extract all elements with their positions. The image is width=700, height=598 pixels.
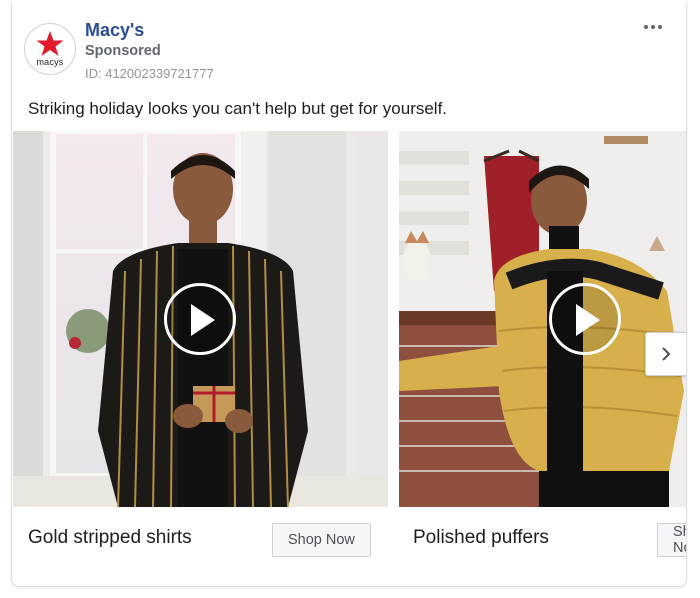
carousel-item[interactable]: Polished puffers Shop Now (399, 131, 686, 586)
play-icon (576, 304, 600, 336)
ad-card: macys Macy's Sponsored ID: 4120023397217… (11, 2, 687, 587)
more-options-icon (651, 25, 655, 29)
carousel-item-title: Gold stripped shirts (28, 527, 192, 548)
more-options-button[interactable] (640, 21, 666, 33)
carousel-item-title: Polished puffers (413, 527, 549, 548)
carousel-next-button[interactable] (645, 332, 686, 376)
play-icon (191, 304, 215, 336)
sponsored-label: Sponsored (85, 43, 161, 59)
play-button[interactable] (549, 283, 621, 355)
page-avatar[interactable]: macys (24, 23, 76, 75)
ad-id: ID: 412002339721777 (85, 66, 214, 81)
page-name-link[interactable]: Macy's (85, 20, 144, 41)
video-thumbnail[interactable] (399, 131, 686, 507)
video-frame-image (399, 131, 686, 507)
logo-wordmark: macys (36, 56, 64, 67)
macys-star-logo (36, 30, 64, 56)
play-button[interactable] (164, 283, 236, 355)
carousel-item[interactable]: Gold stripped shirts Shop Now (13, 131, 388, 586)
video-thumbnail[interactable] (13, 131, 388, 507)
chevron-right-icon (662, 347, 671, 361)
more-options-icon (644, 25, 648, 29)
shop-now-button[interactable]: Shop Now (657, 523, 686, 557)
post-text: Striking holiday looks you can't help bu… (28, 99, 448, 118)
shop-now-button[interactable]: Shop Now (272, 523, 371, 557)
carousel-item-footer: Polished puffers (399, 507, 686, 586)
more-options-icon (658, 25, 662, 29)
